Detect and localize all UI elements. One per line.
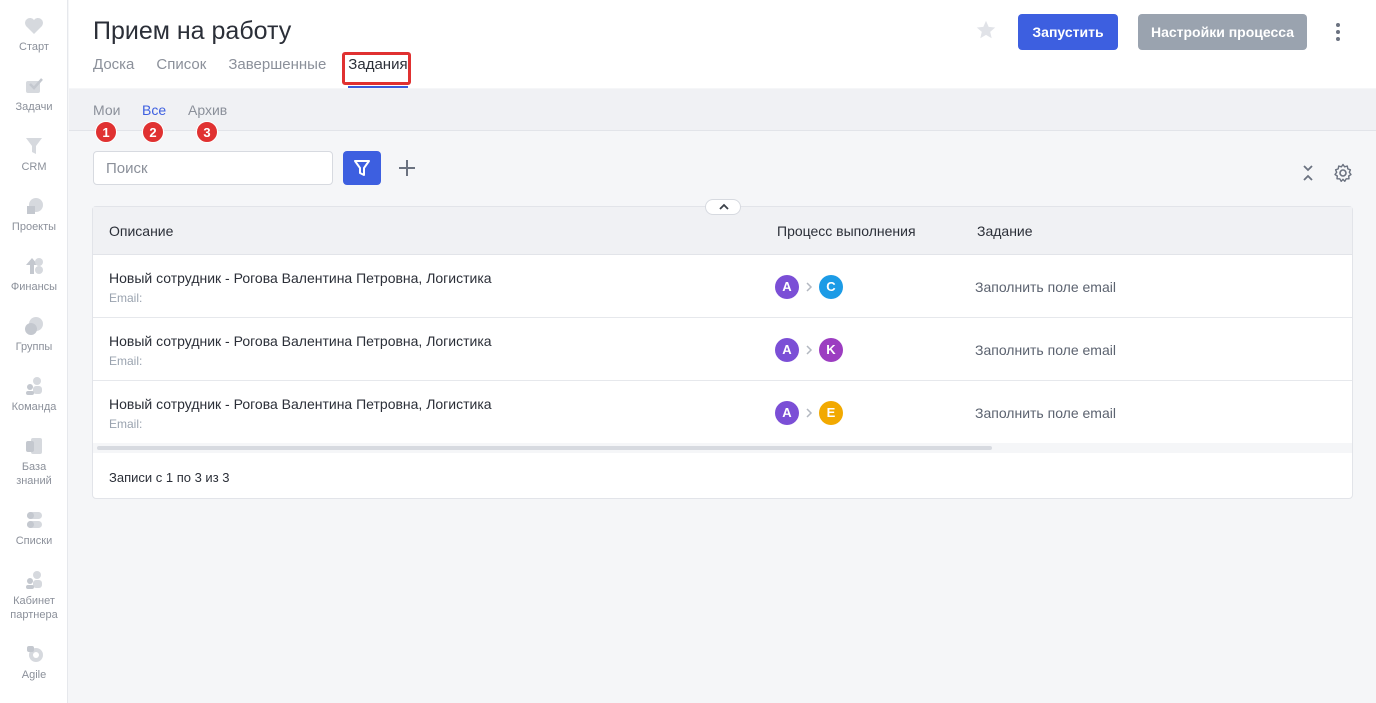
agile-icon xyxy=(27,646,43,662)
sidebar-item-label: База xyxy=(21,461,47,473)
collapse-toggle[interactable] xyxy=(705,199,741,215)
tab-list[interactable]: Список xyxy=(156,56,206,88)
column-header-task[interactable]: Задание xyxy=(977,223,1033,239)
sidebar-item-label: Проекты xyxy=(11,221,57,233)
avatar: C xyxy=(819,275,843,299)
chevron-up-icon xyxy=(719,203,729,210)
filter-icon xyxy=(354,160,370,176)
row-title: Новый сотрудник - Рогова Валентина Петро… xyxy=(109,396,492,412)
filter-button[interactable] xyxy=(343,151,381,185)
pagination-info: Записи с 1 по 3 из 3 xyxy=(109,470,230,485)
header: Прием на работу Доска Список Завершенные… xyxy=(69,0,1376,88)
heart-icon xyxy=(25,18,43,34)
avatar: E xyxy=(819,401,843,425)
knowledge-base-icon xyxy=(26,438,42,454)
sidebar-item-crm[interactable]: CRM xyxy=(0,136,68,174)
column-header-description[interactable]: Описание xyxy=(109,223,173,239)
chevron-right-icon xyxy=(806,345,813,355)
row-title: Новый сотрудник - Рогова Валентина Петро… xyxy=(109,333,492,349)
marker-badge: 1 xyxy=(95,121,117,143)
sidebar-item-label: Финансы xyxy=(10,281,58,293)
subtab-all[interactable]: Все xyxy=(142,102,166,118)
row-subtitle: Email: xyxy=(109,417,143,431)
row-task: Заполнить поле email xyxy=(975,279,1116,295)
subtabs: Мои 1 Все 2 Архив 3 xyxy=(69,89,1376,143)
avatar: A xyxy=(775,338,799,362)
sidebar-item-team[interactable]: Команда xyxy=(0,376,68,414)
row-subtitle: Email: xyxy=(109,354,143,368)
sidebar-item-label: Agile xyxy=(21,669,47,681)
crm-icon xyxy=(26,138,42,154)
sidebar-item-label: Старт xyxy=(19,41,49,53)
sidebar-item-label: Задачи xyxy=(15,101,53,113)
more-options-icon[interactable] xyxy=(1329,20,1347,44)
avatar: A xyxy=(775,275,799,299)
projects-icon xyxy=(27,198,43,214)
column-header-progress[interactable]: Процесс выполнения xyxy=(777,223,916,239)
tasks-icon xyxy=(26,78,43,93)
lists-icon xyxy=(27,512,42,528)
sidebar-item-start[interactable]: Старт xyxy=(0,16,68,54)
tab-board[interactable]: Доска xyxy=(93,56,134,88)
partner-icon xyxy=(26,571,42,589)
sidebar-item-knowledge-base[interactable]: База знаний xyxy=(0,436,68,488)
tasks-table: Описание Процесс выполнения Задание Новы… xyxy=(92,199,1353,499)
tab-completed[interactable]: Завершенные xyxy=(228,56,326,88)
row-task: Заполнить поле email xyxy=(975,342,1116,358)
horizontal-scrollbar[interactable] xyxy=(97,446,992,450)
page-title: Прием на работу xyxy=(93,17,292,45)
row-task: Заполнить поле email xyxy=(975,405,1116,421)
subtab-mine[interactable]: Мои xyxy=(93,102,120,118)
sidebar: Старт Задачи CRM Проекты Финансы Группы … xyxy=(0,0,68,703)
run-process-button[interactable]: Запустить xyxy=(1018,14,1118,50)
marker-badge: 2 xyxy=(142,121,164,143)
chevron-right-icon xyxy=(806,408,813,418)
sidebar-item-agile[interactable]: Agile xyxy=(0,644,68,682)
finance-icon xyxy=(26,258,43,274)
sidebar-item-projects[interactable]: Проекты xyxy=(0,196,68,234)
sidebar-item-label: Списки xyxy=(15,535,53,547)
chevron-right-icon xyxy=(806,282,813,292)
team-icon xyxy=(26,377,42,395)
process-settings-button[interactable]: Настройки процесса xyxy=(1138,14,1307,50)
avatar: K xyxy=(819,338,843,362)
row-title: Новый сотрудник - Рогова Валентина Петро… xyxy=(109,270,492,286)
sidebar-item-label: Кабинет xyxy=(13,595,55,607)
sidebar-item-groups[interactable]: Группы xyxy=(0,316,68,354)
subtab-archive[interactable]: Архив xyxy=(188,102,227,118)
collapse-rows-icon[interactable] xyxy=(1300,163,1316,183)
sidebar-item-label: партнера xyxy=(10,609,58,621)
sidebar-item-label: Команда xyxy=(11,401,57,413)
avatar: A xyxy=(775,401,799,425)
table-row[interactable]: Новый сотрудник - Рогова Валентина Петро… xyxy=(93,381,1352,444)
sidebar-item-partner[interactable]: Кабинет партнера xyxy=(0,570,68,622)
add-icon[interactable] xyxy=(396,157,418,179)
search-input[interactable] xyxy=(93,151,333,185)
sidebar-item-lists[interactable]: Списки xyxy=(0,510,68,548)
table-row[interactable]: Новый сотрудник - Рогова Валентина Петро… xyxy=(93,255,1352,318)
sidebar-item-label: CRM xyxy=(21,161,47,173)
sidebar-item-tasks[interactable]: Задачи xyxy=(0,76,68,114)
gear-icon[interactable] xyxy=(1333,163,1353,183)
sidebar-item-label: знаний xyxy=(16,475,52,487)
sidebar-item-finance[interactable]: Финансы xyxy=(0,256,68,294)
row-subtitle: Email: xyxy=(109,291,143,305)
star-icon[interactable] xyxy=(975,19,997,41)
marker-badge: 3 xyxy=(196,121,218,143)
sidebar-item-label: Группы xyxy=(15,341,53,353)
table-row[interactable]: Новый сотрудник - Рогова Валентина Петро… xyxy=(93,318,1352,381)
tab-highlight-frame xyxy=(342,52,411,85)
groups-icon xyxy=(25,317,43,335)
